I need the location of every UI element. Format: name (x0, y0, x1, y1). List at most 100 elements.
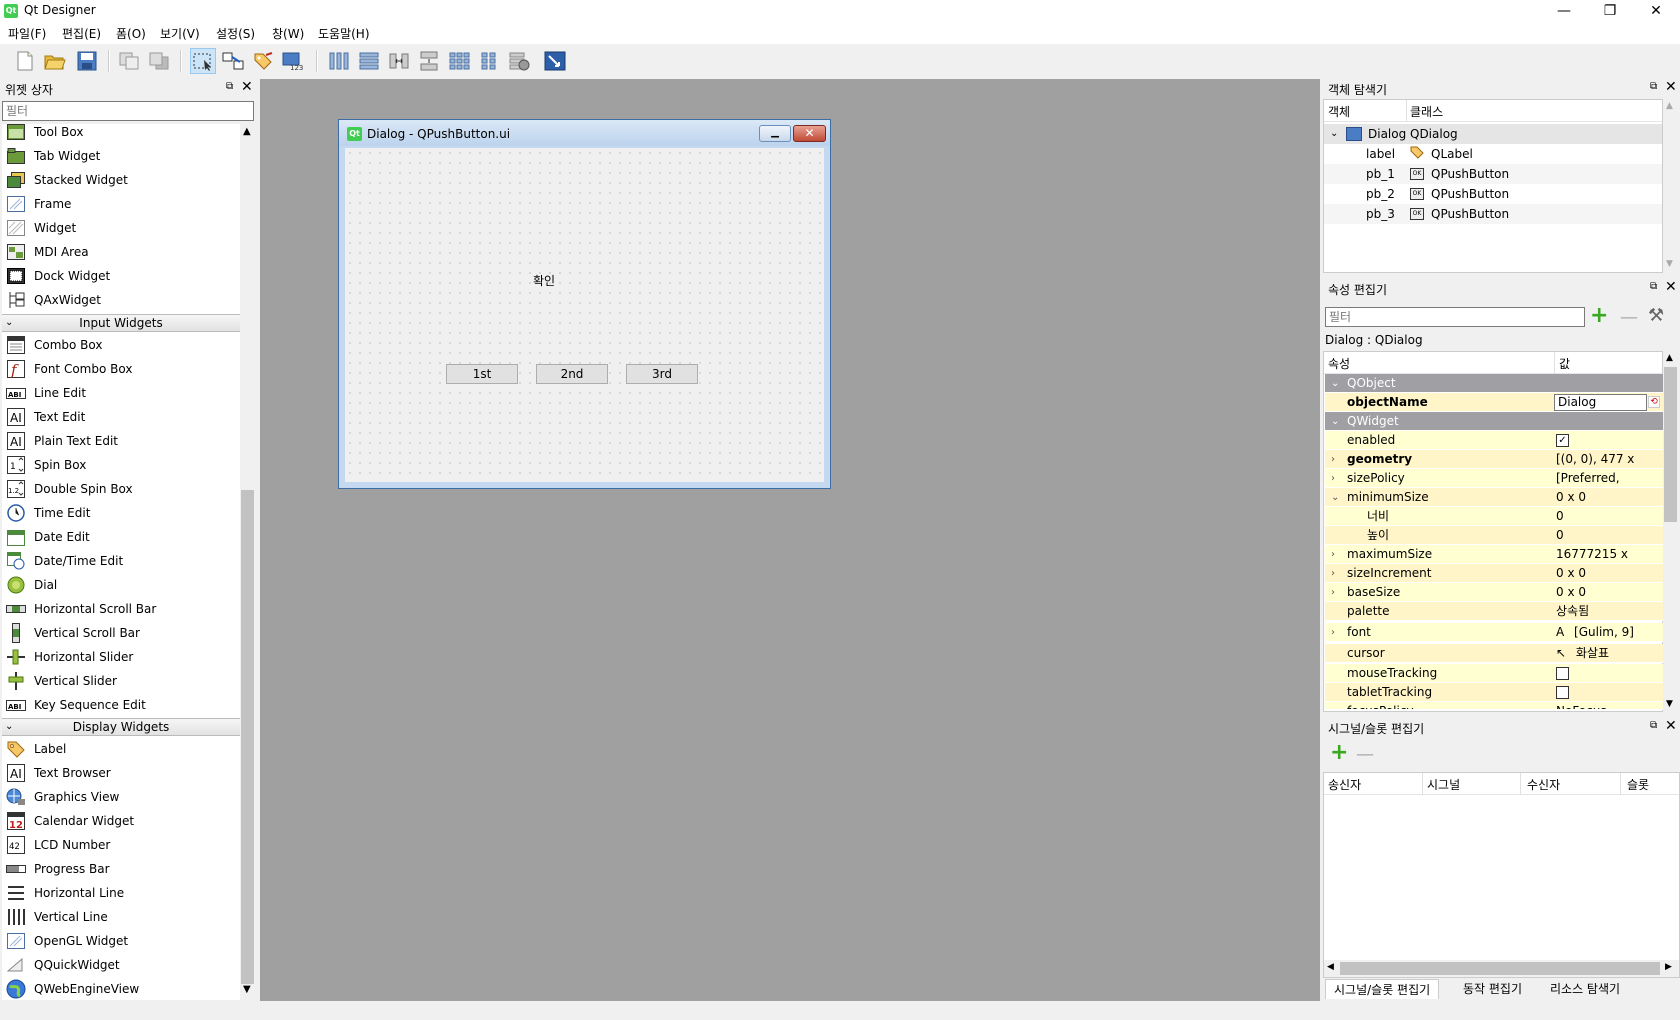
tab-resource-browser[interactable]: 리소스 탐색기 (1542, 979, 1628, 999)
category-display-widgets[interactable]: ⌄ Display Widgets (2, 718, 240, 736)
scroll-up-icon[interactable]: ▲ (1666, 353, 1673, 363)
widget-item-time-edit[interactable]: Time Edit (2, 501, 240, 525)
prop-value[interactable] (1556, 664, 1569, 683)
remove-connection-icon[interactable]: — (1356, 746, 1374, 764)
add-connection-icon[interactable]: + (1330, 742, 1348, 764)
edit-buddies-icon[interactable] (250, 48, 276, 74)
scroll-up-icon[interactable]: ▲ (1666, 101, 1673, 111)
collapse-icon[interactable]: ⌄ (1331, 374, 1339, 393)
break-layout-icon[interactable] (506, 48, 532, 74)
scroll-thumb[interactable] (241, 490, 254, 984)
prop-value[interactable]: 0 x 0 (1556, 488, 1586, 507)
prop-palette[interactable]: palette 상속됨 (1325, 602, 1665, 621)
prop-baseSize[interactable]: › baseSize 0 x 0 (1325, 583, 1665, 602)
widget-item-text-edit[interactable]: AI Text Edit (2, 405, 240, 429)
close-icon[interactable]: ✕ (241, 79, 253, 95)
open-file-icon[interactable] (42, 48, 68, 74)
tab-action-editor[interactable]: 동작 편집기 (1455, 979, 1530, 999)
tree-row-dialog[interactable]: ⌄ Dialog QDialog (1324, 124, 1662, 144)
prop-tabletTracking[interactable]: tabletTracking (1325, 683, 1665, 702)
remove-dynamic-property-icon[interactable]: — (1620, 309, 1638, 327)
prop-value[interactable]: 0 (1556, 526, 1564, 545)
maximize-button[interactable]: ❐ (1587, 0, 1633, 22)
category-input-widgets[interactable]: ⌄ Input Widgets (2, 314, 240, 332)
scroll-left-icon[interactable]: ◀ (1327, 962, 1334, 972)
float-icon[interactable]: ⧉ (1650, 281, 1657, 292)
prop-value[interactable]: 0 (1556, 507, 1564, 526)
prop-sizeIncrement[interactable]: › sizeIncrement 0 x 0 (1325, 564, 1665, 583)
add-dynamic-property-icon[interactable]: + (1590, 305, 1608, 327)
menu-form[interactable]: 폼(O) (116, 25, 146, 42)
widget-item-vertical-line[interactable]: Vertical Line (2, 905, 240, 929)
connections-hscrollbar[interactable]: ◀ ▶ (1324, 960, 1679, 977)
widget-item-widget[interactable]: Widget (2, 216, 240, 240)
col-slot[interactable]: 슬롯 (1627, 776, 1649, 793)
widget-item-qwebengineview[interactable]: QWebEngineView (2, 977, 240, 1000)
widget-item-combo-box[interactable]: Combo Box (2, 333, 240, 357)
property-filter-input[interactable]: 필터 (1325, 307, 1585, 327)
bring-to-front-icon[interactable] (146, 48, 172, 74)
collapse-icon[interactable]: ⌄ (1331, 488, 1339, 507)
layout-form-icon[interactable] (476, 48, 502, 74)
scroll-right-icon[interactable]: ▶ (1665, 962, 1672, 972)
prop-minimumSize[interactable]: ⌄ minimumSize 0 x 0 (1325, 488, 1665, 507)
widget-item-text-browser[interactable]: AI Text Browser (2, 761, 240, 785)
prop-maximumSize[interactable]: ›maximumSize16777215 x 167... (1325, 545, 1665, 580)
menu-view[interactable]: 보기(V) (160, 25, 200, 42)
widget-item-stacked-widget[interactable]: Stacked Widget (2, 168, 240, 192)
layout-vertical-splitter-icon[interactable] (416, 48, 442, 74)
widget-item-date-edit[interactable]: Date Edit (2, 525, 240, 549)
group-qwidget[interactable]: ⌄ QWidget (1325, 412, 1665, 431)
group-qobject[interactable]: ⌄ QObject (1325, 374, 1665, 393)
widget-item-frame[interactable]: Frame (2, 192, 240, 216)
widget-item-double-spin-box[interactable]: 1.2 Double Spin Box (2, 477, 240, 501)
float-icon[interactable]: ⧉ (1650, 81, 1657, 92)
close-icon[interactable]: ✕ (1665, 79, 1677, 95)
dialog-close-button[interactable]: ✕ (793, 125, 826, 142)
prop-너비[interactable]: 너비 0 (1325, 507, 1665, 526)
reset-icon[interactable]: ⟲ (1648, 396, 1660, 408)
edit-signals-slots-icon[interactable] (220, 48, 246, 74)
widget-item-graphics-view[interactable]: Graphics View (2, 785, 240, 809)
tree-row-label[interactable]: label QLabel (1324, 144, 1662, 164)
widget-item-vertical-slider[interactable]: Vertical Slider (2, 669, 240, 693)
scroll-down-icon[interactable]: ▼ (1666, 699, 1673, 709)
widget-item-horizontal-scroll-bar[interactable]: Horizontal Scroll Bar (2, 597, 240, 621)
prop-value[interactable]: 0 x 0 (1556, 564, 1586, 583)
expand-icon[interactable]: › (1331, 623, 1335, 642)
widget-item-mdi-area[interactable]: MDI Area (2, 240, 240, 264)
close-icon[interactable]: ✕ (1665, 279, 1677, 295)
menu-help[interactable]: 도움말(H) (318, 25, 370, 42)
col-value[interactable]: 값 (1559, 355, 1570, 372)
prop-geometry[interactable]: ›geometry[(0, 0), 477 x 335] (1325, 450, 1665, 485)
object-tree-scrollbar[interactable]: ▲ ▼ (1663, 99, 1678, 273)
prop-value[interactable]: ↖ 화살표 (1556, 644, 1609, 663)
collapse-icon[interactable]: ⌄ (1331, 412, 1339, 431)
widget-item-key-sequence-edit[interactable]: ABI Key Sequence Edit (2, 693, 240, 717)
widget-item-vertical-scroll-bar[interactable]: Vertical Scroll Bar (2, 621, 240, 645)
tree-row-pb1[interactable]: pb_1 OK QPushButton (1324, 164, 1662, 184)
widget-item-line-edit[interactable]: ABI Line Edit (2, 381, 240, 405)
expand-icon[interactable]: › (1331, 450, 1335, 469)
scroll-down-icon[interactable]: ▼ (1666, 259, 1673, 269)
objectname-input[interactable]: Dialog (1554, 394, 1647, 411)
widget-item-label[interactable]: Label (2, 737, 240, 761)
prop-focusPolicy[interactable]: focusPolicyNoFocus (1325, 702, 1665, 710)
menu-edit[interactable]: 편집(E) (62, 25, 101, 42)
save-icon[interactable] (74, 48, 100, 74)
menu-settings[interactable]: 설정(S) (216, 25, 255, 42)
col-object[interactable]: 객체 (1328, 103, 1350, 120)
prop-enabled[interactable]: enabled ✓ (1325, 431, 1665, 450)
widget-item-horizontal-slider[interactable]: Horizontal Slider (2, 645, 240, 669)
tree-row-pb3[interactable]: pb_3 OK QPushButton (1324, 204, 1662, 224)
checkbox[interactable] (1556, 686, 1569, 699)
configure-icon[interactable]: ⚒ (1648, 306, 1664, 326)
prop-font[interactable]: › font A [Gulim, 9] (1325, 623, 1665, 642)
col-signal[interactable]: 시그널 (1427, 776, 1460, 793)
prop-value[interactable]: NoFocus (1556, 702, 1607, 709)
tree-row-pb2[interactable]: pb_2 OK QPushButton (1324, 184, 1662, 204)
prop-value[interactable]: ✓ (1556, 431, 1569, 450)
checkbox[interactable]: ✓ (1556, 434, 1569, 447)
edit-widgets-icon[interactable] (190, 48, 216, 74)
send-to-back-icon[interactable] (116, 48, 142, 74)
